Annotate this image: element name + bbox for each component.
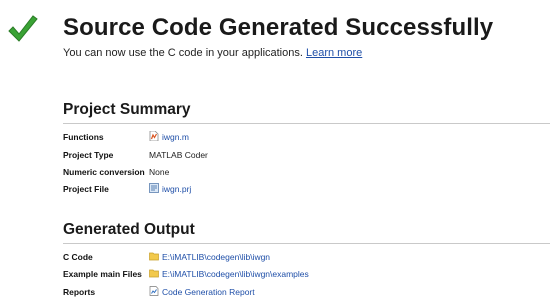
page-title: Source Code Generated Successfully <box>63 14 494 41</box>
page-subtitle: You can now use the C code in your appli… <box>63 47 362 59</box>
project-summary-heading: Project Summary <box>63 101 191 118</box>
project-type-label: Project Type <box>63 150 114 160</box>
matlab-file-icon <box>149 131 159 141</box>
project-type-value: MATLAB Coder <box>149 150 208 160</box>
generated-output-heading: Generated Output <box>63 221 195 238</box>
project-file-link[interactable]: iwgn.prj <box>162 184 191 194</box>
example-main-files-link[interactable]: E:\iMATLIB\codegen\lib\iwgn\examples <box>162 269 309 279</box>
functions-link[interactable]: iwgn.m <box>162 132 189 142</box>
success-check-icon <box>8 15 38 42</box>
folder-icon <box>149 269 159 278</box>
functions-label: Functions <box>63 132 104 142</box>
subtitle-text: You can now use the C code in your appli… <box>63 47 303 59</box>
numeric-conversion-value: None <box>149 167 170 177</box>
report-icon <box>149 286 159 296</box>
learn-more-link[interactable]: Learn more <box>306 47 362 59</box>
project-file-icon <box>149 183 159 193</box>
code-generation-report-link[interactable]: Code Generation Report <box>162 287 255 297</box>
c-code-label: C Code <box>63 252 93 262</box>
folder-icon <box>149 252 159 261</box>
c-code-link[interactable]: E:\iMATLIB\codegen\lib\iwgn <box>162 252 270 262</box>
section-divider <box>63 123 550 124</box>
section-divider <box>63 243 550 244</box>
reports-label: Reports <box>63 287 96 297</box>
project-file-label: Project File <box>63 184 109 194</box>
numeric-conversion-label: Numeric conversion <box>63 167 145 177</box>
example-main-files-label: Example main Files <box>63 269 142 279</box>
